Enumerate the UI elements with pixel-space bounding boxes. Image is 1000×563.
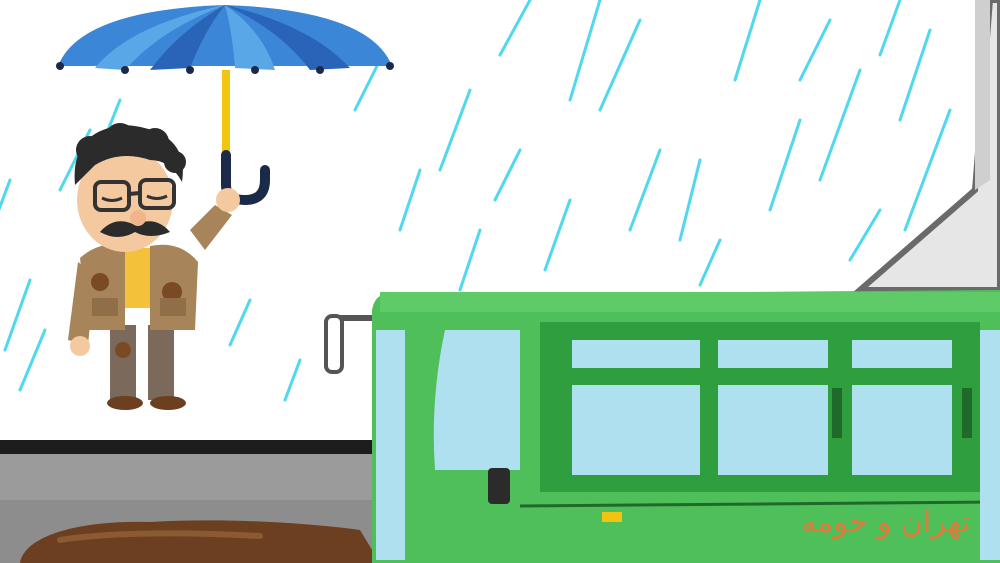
scene-artwork [0, 0, 1000, 563]
bus-caption: تهران و حومه [801, 505, 970, 540]
rainy-street-scene: تهران و حومه [0, 0, 1000, 563]
